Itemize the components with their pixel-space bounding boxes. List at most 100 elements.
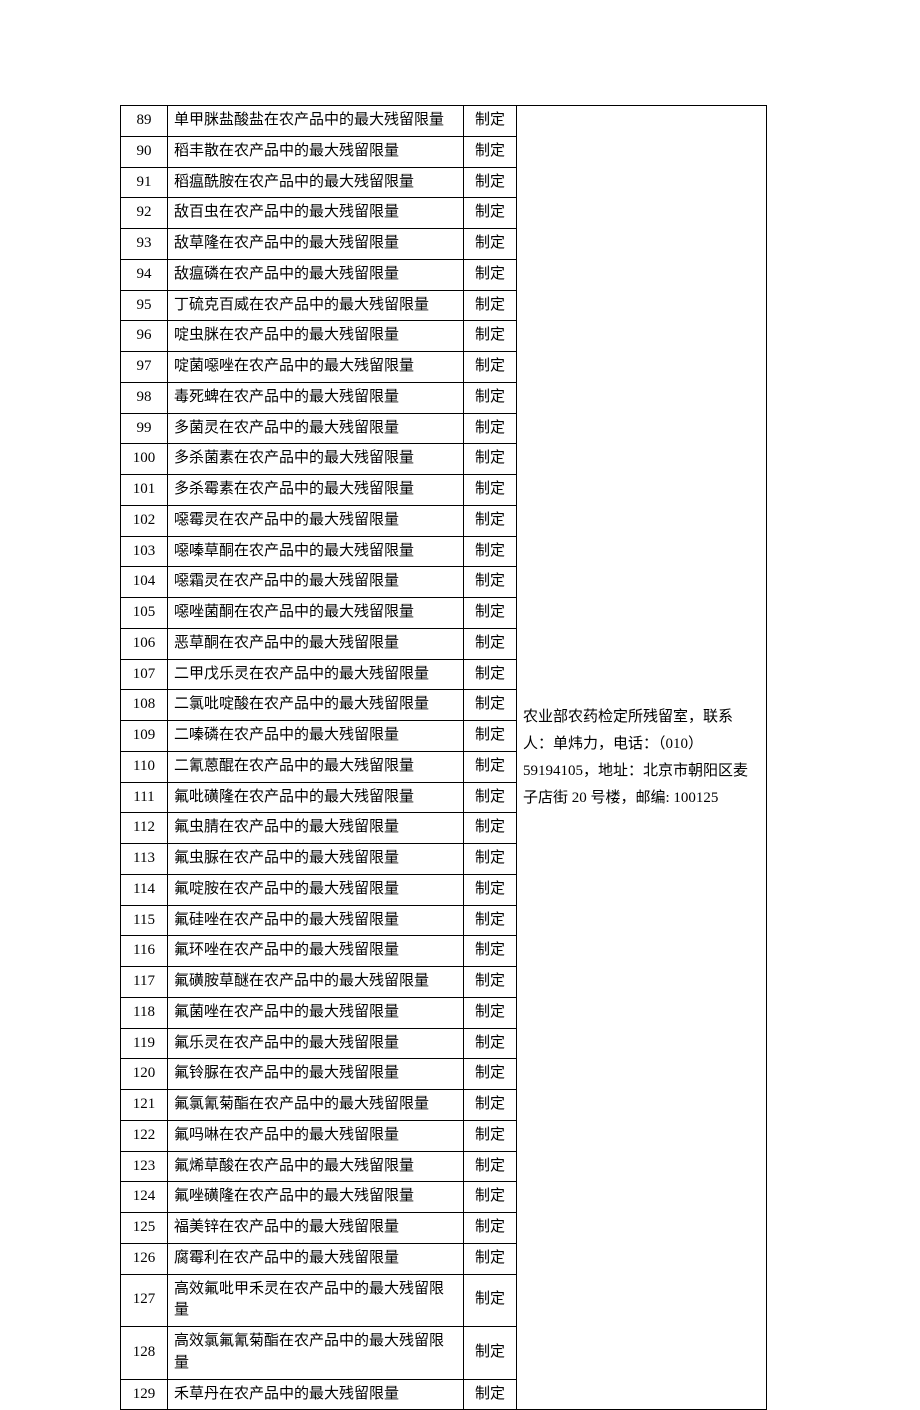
- table-row: 122氟吗啉在农产品中的最大残留限量制定: [121, 1120, 517, 1151]
- table-row: 101多杀霉素在农产品中的最大残留限量制定: [121, 475, 517, 506]
- row-number: 113: [121, 844, 168, 875]
- standard-name: 二甲戊乐灵在农产品中的最大残留限量: [168, 659, 464, 690]
- standard-name: 二氰蒽醌在农产品中的最大残留限量: [168, 751, 464, 782]
- table-row: 91稻瘟酰胺在农产品中的最大残留限量制定: [121, 167, 517, 198]
- status: 制定: [464, 1274, 517, 1327]
- status: 制定: [464, 1327, 517, 1380]
- standard-name: 单甲脒盐酸盐在农产品中的最大残留限量: [168, 106, 464, 137]
- row-number: 108: [121, 690, 168, 721]
- row-number: 104: [121, 567, 168, 598]
- table-row: 112氟虫腈在农产品中的最大残留限量制定: [121, 813, 517, 844]
- status: 制定: [464, 1090, 517, 1121]
- row-number: 118: [121, 997, 168, 1028]
- row-number: 94: [121, 259, 168, 290]
- row-number: 107: [121, 659, 168, 690]
- row-number: 98: [121, 382, 168, 413]
- row-number: 93: [121, 229, 168, 260]
- row-number: 110: [121, 751, 168, 782]
- status: 制定: [464, 782, 517, 813]
- row-number: 129: [121, 1379, 168, 1410]
- standard-name: 高效氯氟氰菊酯在农产品中的最大残留限量: [168, 1327, 464, 1380]
- table-row: 102噁霉灵在农产品中的最大残留限量制定: [121, 505, 517, 536]
- table-row: 106恶草酮在农产品中的最大残留限量制定: [121, 628, 517, 659]
- table-row: 93敌草隆在农产品中的最大残留限量制定: [121, 229, 517, 260]
- standard-name: 敌瘟磷在农产品中的最大残留限量: [168, 259, 464, 290]
- standard-name: 禾草丹在农产品中的最大残留限量: [168, 1379, 464, 1410]
- table-row: 109二嗪磷在农产品中的最大残留限量制定: [121, 721, 517, 752]
- status: 制定: [464, 1151, 517, 1182]
- table-row: 99多菌灵在农产品中的最大残留限量制定: [121, 413, 517, 444]
- status: 制定: [464, 721, 517, 752]
- row-number: 126: [121, 1243, 168, 1274]
- status: 制定: [464, 1120, 517, 1151]
- status: 制定: [464, 1028, 517, 1059]
- table-row: 100多杀菌素在农产品中的最大残留限量制定: [121, 444, 517, 475]
- standard-name: 氟菌唑在农产品中的最大残留限量: [168, 997, 464, 1028]
- table-row: 121氟氯氰菊酯在农产品中的最大残留限量制定: [121, 1090, 517, 1121]
- row-number: 123: [121, 1151, 168, 1182]
- status: 制定: [464, 844, 517, 875]
- row-number: 122: [121, 1120, 168, 1151]
- row-number: 92: [121, 198, 168, 229]
- status: 制定: [464, 1243, 517, 1274]
- status: 制定: [464, 229, 517, 260]
- standard-name: 噁霉灵在农产品中的最大残留限量: [168, 505, 464, 536]
- row-number: 112: [121, 813, 168, 844]
- status: 制定: [464, 628, 517, 659]
- standard-name: 多杀霉素在农产品中的最大残留限量: [168, 475, 464, 506]
- standard-name: 啶菌噁唑在农产品中的最大残留限量: [168, 352, 464, 383]
- row-number: 125: [121, 1213, 168, 1244]
- status: 制定: [464, 413, 517, 444]
- table-row: 123氟烯草酸在农产品中的最大残留限量制定: [121, 1151, 517, 1182]
- status: 制定: [464, 967, 517, 998]
- standard-name: 多杀菌素在农产品中的最大残留限量: [168, 444, 464, 475]
- row-number: 89: [121, 106, 168, 137]
- status: 制定: [464, 997, 517, 1028]
- row-number: 127: [121, 1274, 168, 1327]
- standard-name: 敌草隆在农产品中的最大残留限量: [168, 229, 464, 260]
- standard-name: 福美锌在农产品中的最大残留限量: [168, 1213, 464, 1244]
- row-number: 128: [121, 1327, 168, 1380]
- row-number: 116: [121, 936, 168, 967]
- row-number: 109: [121, 721, 168, 752]
- table-row: 96啶虫脒在农产品中的最大残留限量制定: [121, 321, 517, 352]
- status: 制定: [464, 905, 517, 936]
- status: 制定: [464, 536, 517, 567]
- status: 制定: [464, 167, 517, 198]
- standard-name: 氟吡磺隆在农产品中的最大残留限量: [168, 782, 464, 813]
- standard-name: 氟氯氰菊酯在农产品中的最大残留限量: [168, 1090, 464, 1121]
- status: 制定: [464, 813, 517, 844]
- table-row: 104噁霜灵在农产品中的最大残留限量制定: [121, 567, 517, 598]
- table-row: 115氟硅唑在农产品中的最大残留限量制定: [121, 905, 517, 936]
- table-row: 110二氰蒽醌在农产品中的最大残留限量制定: [121, 751, 517, 782]
- status: 制定: [464, 136, 517, 167]
- standard-name: 丁硫克百威在农产品中的最大残留限量: [168, 290, 464, 321]
- row-number: 121: [121, 1090, 168, 1121]
- table-row: 116氟环唑在农产品中的最大残留限量制定: [121, 936, 517, 967]
- standard-name: 稻丰散在农产品中的最大残留限量: [168, 136, 464, 167]
- table-row: 114氟啶胺在农产品中的最大残留限量制定: [121, 874, 517, 905]
- row-number: 111: [121, 782, 168, 813]
- row-number: 103: [121, 536, 168, 567]
- status: 制定: [464, 1213, 517, 1244]
- row-number: 100: [121, 444, 168, 475]
- standard-name: 氟乐灵在农产品中的最大残留限量: [168, 1028, 464, 1059]
- row-number: 90: [121, 136, 168, 167]
- table-row: 126腐霉利在农产品中的最大残留限量制定: [121, 1243, 517, 1274]
- status: 制定: [464, 874, 517, 905]
- page-layout: 89单甲脒盐酸盐在农产品中的最大残留限量制定90稻丰散在农产品中的最大残留限量制…: [120, 105, 800, 1410]
- table-row: 111氟吡磺隆在农产品中的最大残留限量制定: [121, 782, 517, 813]
- status: 制定: [464, 1059, 517, 1090]
- row-number: 101: [121, 475, 168, 506]
- status: 制定: [464, 598, 517, 629]
- table-row: 107二甲戊乐灵在农产品中的最大残留限量制定: [121, 659, 517, 690]
- table-row: 127高效氟吡甲禾灵在农产品中的最大残留限量制定: [121, 1274, 517, 1327]
- table-row: 113氟虫脲在农产品中的最大残留限量制定: [121, 844, 517, 875]
- row-number: 124: [121, 1182, 168, 1213]
- standard-name: 多菌灵在农产品中的最大残留限量: [168, 413, 464, 444]
- contact-cell: 农业部农药检定所残留室，联系人：单炜力，电话：（010）59194105，地址：…: [517, 105, 767, 1410]
- table-row: 108二氯吡啶酸在农产品中的最大残留限量制定: [121, 690, 517, 721]
- row-number: 102: [121, 505, 168, 536]
- table-row: 105噁唑菌酮在农产品中的最大残留限量制定: [121, 598, 517, 629]
- table-row: 103噁嗪草酮在农产品中的最大残留限量制定: [121, 536, 517, 567]
